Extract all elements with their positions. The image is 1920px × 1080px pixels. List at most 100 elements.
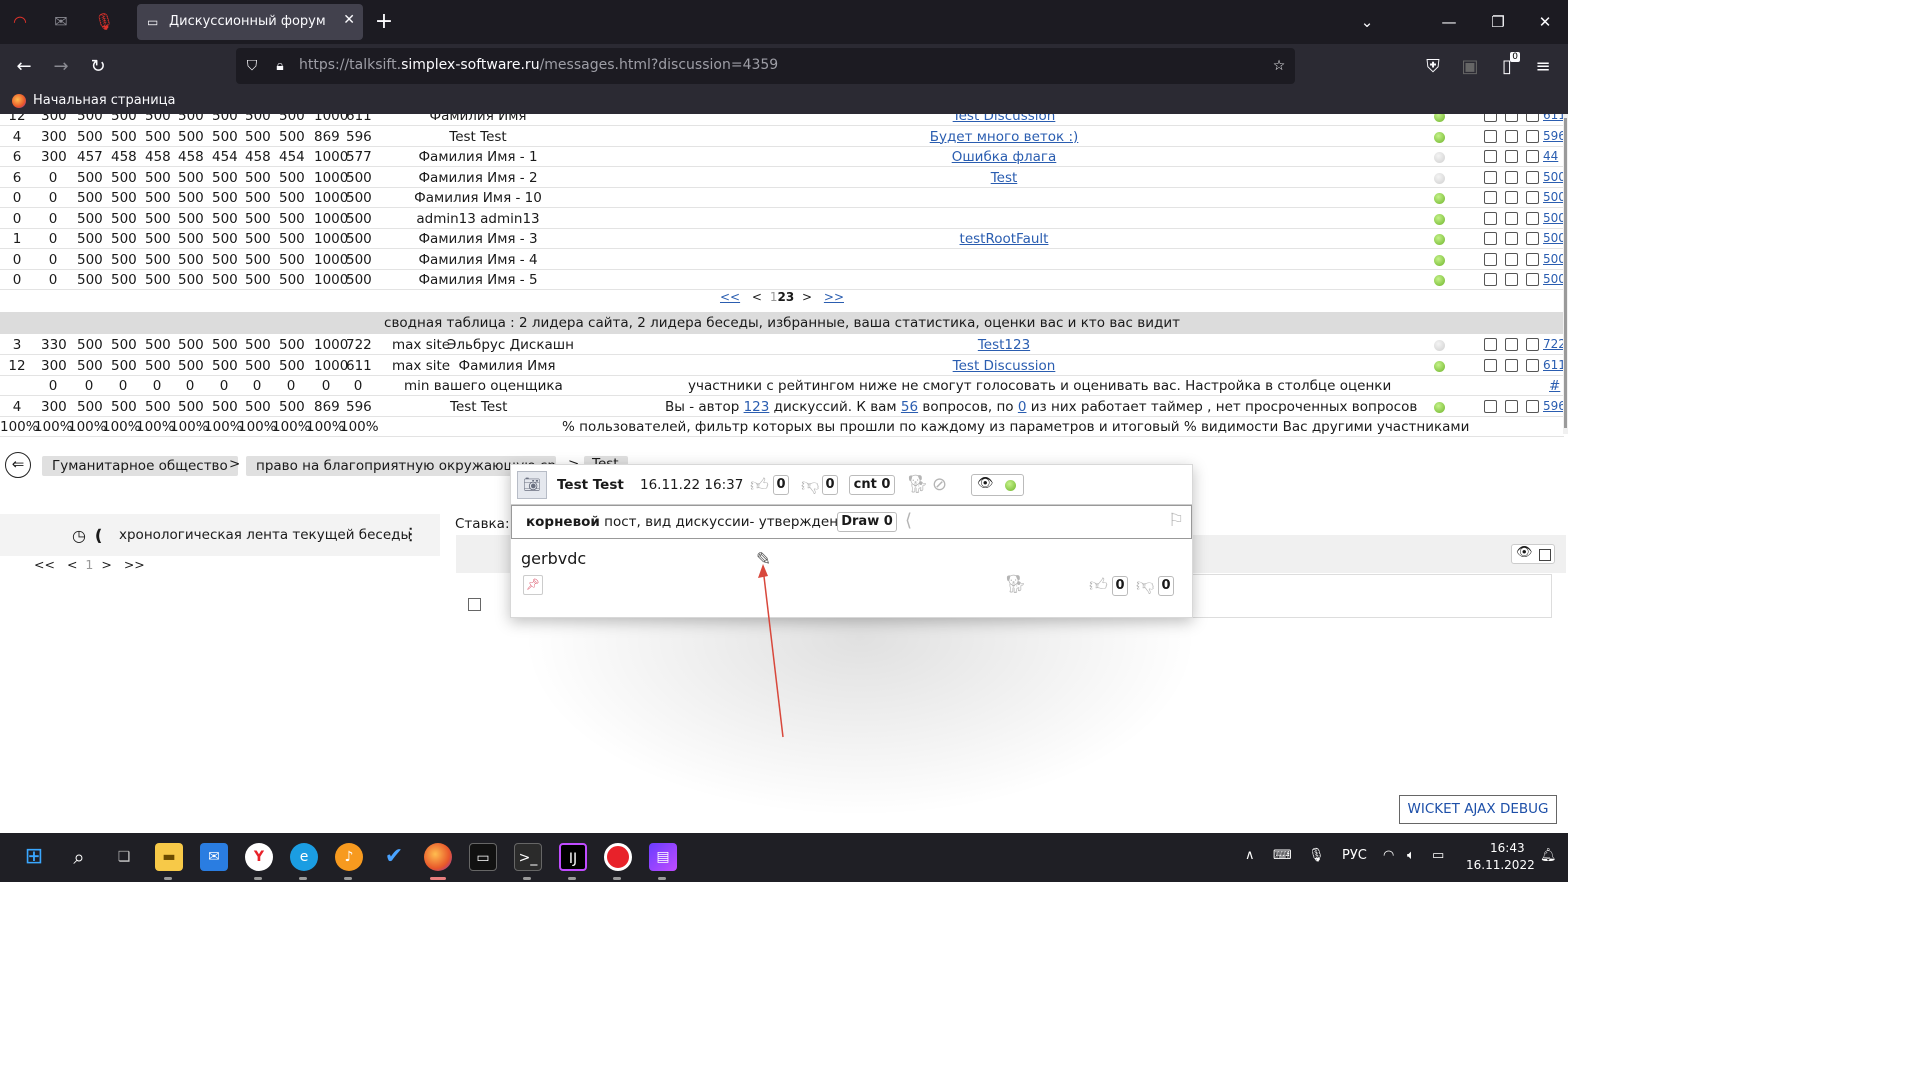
row-discussion-link[interactable]: Test123	[884, 337, 1124, 353]
row-discussion-link[interactable]: testRootFault	[884, 231, 1124, 247]
row-checkbox-3[interactable]	[1526, 252, 1539, 266]
console-icon[interactable]: >_	[514, 843, 542, 871]
row-checkbox-1[interactable]	[1484, 232, 1497, 245]
file-explorer-icon[interactable]: ▬	[155, 843, 183, 871]
row-checkbox-2[interactable]	[1505, 252, 1518, 266]
row-discussion-link[interactable]: Test Discussion	[884, 114, 1124, 124]
record-icon[interactable]	[604, 843, 632, 871]
pager-page-2[interactable]: 2	[777, 290, 785, 304]
wifi-icon[interactable]: ◠	[1383, 848, 1394, 863]
pager-last[interactable]: >>	[824, 290, 844, 304]
clipboard-icon[interactable]: ▯ 0	[1494, 52, 1520, 80]
visibility-toggle[interactable]: 👁︎	[1511, 544, 1555, 564]
row-checkbox-3[interactable]	[1526, 400, 1539, 413]
mail-icon[interactable]: ✉	[49, 10, 73, 34]
forward-icon[interactable]: →	[48, 54, 74, 80]
thumbs-up-icon-2[interactable]: 👍︎	[1089, 574, 1108, 596]
row-rating[interactable]: 500	[1543, 170, 1565, 184]
row-checkbox-2[interactable]	[1505, 400, 1518, 413]
row-user-name[interactable]: Фамилия Имя - 3	[398, 231, 558, 247]
row-user-name[interactable]: Фамилия Имя - 4	[398, 252, 558, 268]
eye-off-icon[interactable]: ⊘	[932, 474, 947, 495]
pin-icon[interactable]: 📌︎	[523, 575, 543, 595]
wicket-ajax-debug-button[interactable]: WICKET AJAX DEBUG	[1399, 795, 1557, 824]
row-rating[interactable]: 500	[1543, 211, 1565, 225]
edge-icon[interactable]: e	[290, 843, 318, 871]
restore-icon[interactable]: ❐	[1483, 10, 1513, 34]
row-checkbox-2[interactable]	[1505, 170, 1518, 184]
app-icon-1[interactable]: ◠	[8, 10, 32, 34]
row-user-name[interactable]: Фамилия Имя - 1	[398, 149, 558, 165]
clock-time[interactable]: 16:43	[1490, 841, 1525, 855]
thumbs-up-icon[interactable]: 👍︎	[750, 474, 769, 496]
tab-close-icon[interactable]: ✕	[343, 12, 355, 28]
post-visibility[interactable]: 👁︎	[971, 474, 1024, 496]
tab-list-icon[interactable]: ⌄	[1352, 10, 1382, 34]
share-icon[interactable]: ⟨	[905, 510, 912, 531]
row-checkbox-1[interactable]	[1484, 150, 1497, 163]
table-scrollbar-thumb[interactable]	[1564, 118, 1567, 428]
back-icon[interactable]: ←	[11, 54, 37, 80]
row-checkbox-3[interactable]	[1526, 170, 1539, 184]
bookmark-star-icon[interactable]: ☆	[1269, 56, 1289, 76]
url-bar[interactable]: ⛉ 🔒︎ https://talksift.simplex-software.r…	[236, 48, 1295, 84]
row-rating[interactable]: 596	[1543, 399, 1565, 413]
firefox-taskbar-icon[interactable]	[424, 843, 452, 871]
back-circle-icon[interactable]: ⇐	[5, 452, 31, 478]
tray-chevron-icon[interactable]: ∧	[1245, 848, 1255, 863]
row-checkbox-1[interactable]	[1484, 252, 1497, 266]
row-rating[interactable]: 500	[1543, 190, 1565, 204]
row-checkbox-3[interactable]	[1526, 114, 1539, 122]
bookmark-home[interactable]: Начальная страница	[33, 93, 175, 108]
row-checkbox-3[interactable]	[1526, 273, 1539, 286]
self-discussions-link[interactable]: 123	[744, 399, 770, 415]
self-questions-link[interactable]: 56	[901, 399, 918, 415]
new-tab-icon[interactable]: +	[372, 10, 396, 34]
post-cnt[interactable]: cnt 0	[849, 475, 895, 495]
row-checkbox-2[interactable]	[1505, 114, 1518, 122]
row-rating[interactable]: 611	[1543, 358, 1565, 372]
post-author[interactable]: Test Test	[557, 477, 624, 493]
row-discussion-link[interactable]: Test	[884, 170, 1124, 186]
row-rating[interactable]: 500	[1543, 231, 1565, 245]
row-checkbox-2[interactable]	[1505, 358, 1518, 372]
notification-icon[interactable]: 🔔︎	[1540, 848, 1557, 863]
row-rating[interactable]: 500	[1543, 272, 1565, 286]
row-checkbox-1[interactable]	[1484, 114, 1497, 122]
row-checkbox-2[interactable]	[1505, 129, 1518, 143]
music-app-icon[interactable]: ♪	[335, 843, 363, 871]
timeline-prev[interactable]: <	[67, 557, 77, 572]
row-checkbox-3[interactable]	[1526, 191, 1539, 204]
timeline-last[interactable]: >>	[124, 557, 145, 572]
dog-icon-2[interactable]: 🐕︎	[1004, 574, 1027, 595]
row-rating[interactable]: 596	[1543, 129, 1565, 143]
row-checkbox-1[interactable]	[1484, 129, 1497, 143]
menu-icon[interactable]: ≡	[1530, 54, 1556, 80]
row-checkbox-1[interactable]	[1484, 211, 1497, 225]
microphone-icon[interactable]: 🎙	[92, 10, 116, 34]
row-checkbox-2[interactable]	[1505, 150, 1518, 163]
dog-icon[interactable]: 🐕︎	[906, 474, 929, 495]
row-checkbox-1[interactable]	[1484, 338, 1497, 351]
task-view-icon[interactable]: ❏	[110, 843, 138, 871]
row-user-name[interactable]: Фамилия Имя - 10	[398, 190, 558, 206]
row-discussion-link[interactable]: Test Discussion	[884, 358, 1124, 374]
reload-icon[interactable]: ↻	[85, 54, 111, 80]
pager-first[interactable]: <<	[720, 290, 740, 304]
tray-mic-icon[interactable]: 🎙︎	[1308, 848, 1325, 863]
row-user-name[interactable]: Фамилия Имя	[398, 114, 558, 124]
timeline-page[interactable]: 1	[85, 557, 93, 572]
row-checkbox-1[interactable]	[1484, 358, 1497, 372]
camera-icon[interactable]: 📷︎	[517, 471, 547, 499]
row-checkbox-2[interactable]	[1505, 232, 1518, 245]
filter-sliders-icon[interactable]: ⫶	[408, 523, 413, 547]
minimize-icon[interactable]: —	[1434, 10, 1464, 34]
search-icon[interactable]: ⌕	[65, 843, 93, 871]
clipchamp-icon[interactable]: ▤	[649, 843, 677, 871]
row-checkbox-3[interactable]	[1526, 338, 1539, 351]
row-checkbox-2[interactable]	[1505, 338, 1518, 351]
reply-checkbox[interactable]	[468, 598, 481, 611]
min-hash-link[interactable]: #	[1549, 378, 1560, 394]
timeline-first[interactable]: <<	[34, 557, 55, 572]
row-rating[interactable]: 500	[1543, 252, 1565, 266]
